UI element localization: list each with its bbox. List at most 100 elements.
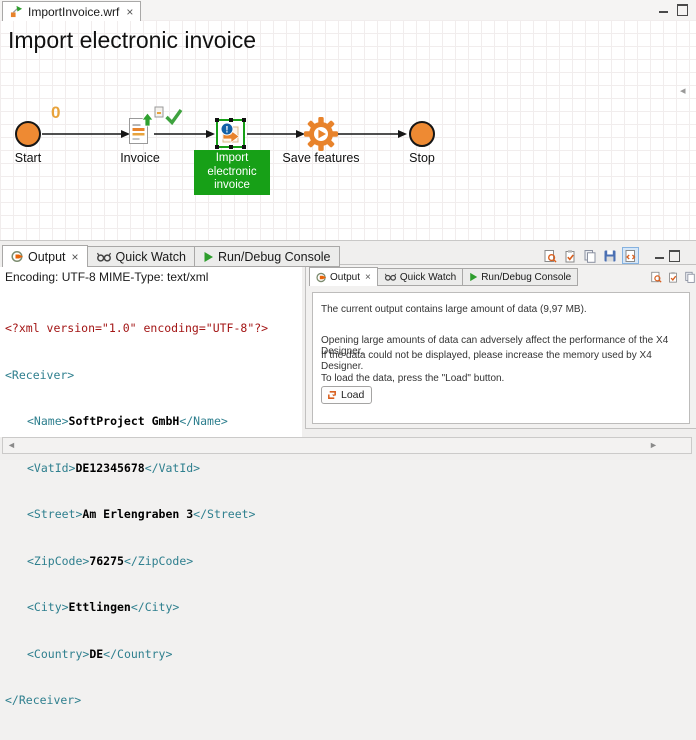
xml-open-tag: <Country> xyxy=(27,647,89,661)
selection-handle[interactable] xyxy=(229,118,233,122)
workflow-file-icon xyxy=(10,5,23,18)
inset-tab-run-debug-label: Run/Debug Console xyxy=(481,272,571,283)
validation-check-icon xyxy=(164,108,183,125)
start-node[interactable] xyxy=(15,121,41,147)
invoice-node-label: Invoice xyxy=(112,151,168,165)
inset-tab-quick-watch[interactable]: Quick Watch xyxy=(378,268,463,286)
stop-node[interactable] xyxy=(409,121,435,147)
load-button[interactable]: Load xyxy=(321,386,372,404)
minimize-icon[interactable] xyxy=(659,11,668,13)
workflow-canvas[interactable]: Import electronic invoice 0 xyxy=(0,20,696,240)
selection-handle[interactable] xyxy=(242,145,246,149)
xml-close-tag: </ZipCode> xyxy=(124,554,193,568)
xml-close-tag: </Street> xyxy=(193,507,255,521)
invoice-node-icon[interactable] xyxy=(128,112,155,146)
page-title: Import electronic invoice xyxy=(8,27,256,54)
output-toolbar xyxy=(542,247,680,264)
tab-close-icon[interactable]: × xyxy=(126,5,133,19)
selection-handle[interactable] xyxy=(242,118,246,122)
inset-tab-run-debug[interactable]: Run/Debug Console xyxy=(463,268,578,286)
import-node-icon: ! xyxy=(218,121,243,146)
xml-output-view[interactable]: Encoding: UTF-8 MIME-Type: text/xml <?xm… xyxy=(0,267,302,437)
selection-handle[interactable] xyxy=(215,145,219,149)
editor-window-controls xyxy=(659,3,688,17)
message-load-hint-line: To load the data, press the "Load" butto… xyxy=(321,373,504,384)
inset-panel-tabs: Output × Quick Watch Run/Debug Console xyxy=(309,267,578,286)
load-button-label: Load xyxy=(341,389,364,401)
import-label-line: invoice xyxy=(194,179,270,193)
xml-open-tag: <Street> xyxy=(27,507,82,521)
xml-open-tag: <Name> xyxy=(27,414,69,428)
stop-node-label: Stop xyxy=(394,151,450,165)
message-memory-line: If the data could not be displayed, plea… xyxy=(321,350,689,372)
tab-quick-watch[interactable]: Quick Watch xyxy=(88,246,195,267)
import-node-label: Import electronic invoice xyxy=(194,150,270,195)
save-icon[interactable] xyxy=(602,248,617,263)
tab-quick-watch-label: Quick Watch xyxy=(116,250,186,264)
selection-handle[interactable] xyxy=(229,145,233,149)
scroll-left-icon[interactable]: ◄ xyxy=(7,440,16,450)
play-icon xyxy=(469,272,478,282)
tab-output-label: Output xyxy=(28,250,66,264)
panel-minimize-icon[interactable] xyxy=(655,257,664,259)
editor-tab-bar: ImportInvoice.wrf × xyxy=(0,0,696,21)
preview-search-icon[interactable] xyxy=(649,270,662,283)
inset-output-panel: Output × Quick Watch Run/Debug Console xyxy=(305,264,696,429)
inset-toolbar xyxy=(649,270,696,283)
tab-close-icon[interactable]: × xyxy=(365,272,371,283)
xml-close-tag: </VatId> xyxy=(145,461,200,475)
xml-open-tag: <VatId> xyxy=(27,461,75,475)
xml-value: Am Erlengraben 3 xyxy=(82,507,193,521)
panel-maximize-icon[interactable] xyxy=(669,250,680,262)
svg-text:!: ! xyxy=(225,124,228,135)
xml-content: <?xml version="1.0" encoding="UTF-8"?> <… xyxy=(5,290,268,740)
save-features-label: Save features xyxy=(282,151,360,165)
preview-search-icon[interactable] xyxy=(542,248,557,263)
encoding-status: Encoding: UTF-8 MIME-Type: text/xml xyxy=(5,270,208,284)
tab-run-debug-console[interactable]: Run/Debug Console xyxy=(195,246,340,267)
tab-importinvoice-wrf[interactable]: ImportInvoice.wrf × xyxy=(2,1,141,21)
tab-label: ImportInvoice.wrf xyxy=(28,5,119,19)
xml-line: <?xml version="1.0" encoding="UTF-8"?> xyxy=(5,321,268,337)
tab-close-icon[interactable]: × xyxy=(72,250,79,264)
xml-line: <Receiver> xyxy=(5,368,268,384)
xml-close-tag: </City> xyxy=(131,600,179,614)
validate-icon[interactable] xyxy=(562,248,577,263)
maximize-icon[interactable] xyxy=(677,4,688,16)
glasses-icon xyxy=(96,252,112,262)
play-icon xyxy=(203,251,214,263)
xml-line: <ZipCode>76275</ZipCode> xyxy=(5,554,268,570)
tab-output[interactable]: Output × xyxy=(2,245,88,267)
xml-open-tag: <ZipCode> xyxy=(27,554,89,568)
xml-line: <Name>SoftProject GmbH</Name> xyxy=(5,414,268,430)
xml-value: 76275 xyxy=(89,554,124,568)
output-icon xyxy=(11,250,24,263)
invoice-badge-doc-icon xyxy=(154,106,164,118)
xml-line: <City>Ettlingen</City> xyxy=(5,600,268,616)
import-label-line: electronic xyxy=(194,166,270,180)
xml-value: DE12345678 xyxy=(75,461,144,475)
xml-value: DE xyxy=(89,647,103,661)
save-features-gear-icon[interactable] xyxy=(304,117,338,151)
copy-icon[interactable] xyxy=(582,248,597,263)
large-data-message-box: The current output contains large amount… xyxy=(312,292,690,424)
inset-tab-output-label: Output xyxy=(330,272,360,283)
xml-line: <Country>DE</Country> xyxy=(5,647,268,663)
xml-value: Ettlingen xyxy=(69,600,131,614)
palette-collapse-icon[interactable]: ◂ xyxy=(680,84,686,97)
import-node-selected[interactable]: ! xyxy=(216,119,245,148)
import-label-line: Import xyxy=(194,152,270,166)
xml-close-tag: </Country> xyxy=(103,647,172,661)
scroll-right-icon[interactable]: ► xyxy=(649,440,658,450)
horizontal-scrollbar[interactable]: ◄ ► xyxy=(2,437,692,454)
xml-line: <VatId>DE12345678</VatId> xyxy=(5,461,268,477)
connection-counter: 0 xyxy=(51,103,60,123)
message-size-line: The current output contains large amount… xyxy=(321,304,587,315)
view-source-icon[interactable] xyxy=(622,247,639,264)
validate-icon[interactable] xyxy=(666,270,679,283)
xml-close-tag: </Name> xyxy=(179,414,227,428)
copy-icon[interactable] xyxy=(683,270,696,283)
tab-run-debug-label: Run/Debug Console xyxy=(218,250,331,264)
inset-tab-output[interactable]: Output × xyxy=(309,267,378,286)
selection-handle[interactable] xyxy=(215,118,219,122)
